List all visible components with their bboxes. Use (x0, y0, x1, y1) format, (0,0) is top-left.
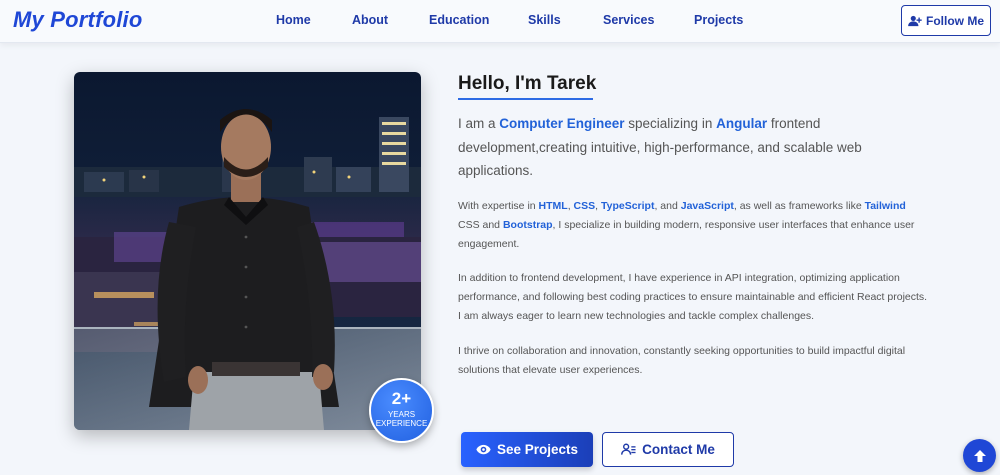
expertise-paragraph: With expertise in HTML, CSS, TypeScript,… (458, 197, 928, 254)
see-projects-label: See Projects (496, 442, 579, 457)
contact-me-button[interactable]: Contact Me (602, 432, 734, 467)
skill-html: HTML (538, 200, 568, 212)
experience-label-years: YEARS (387, 410, 416, 419)
experience-paragraph: In addition to frontend development, I h… (458, 272, 928, 322)
heading-underline (458, 98, 593, 100)
eye-icon (476, 444, 491, 455)
experience-badge: 2+ YEARS EXPERIENCE (369, 378, 434, 443)
nav-link-education[interactable]: Education (429, 13, 489, 27)
nav-link-skills[interactable]: Skills (528, 13, 561, 27)
users-icon (621, 443, 636, 455)
paragraph-text: With expertise in (458, 200, 539, 212)
follow-me-label: Follow Me (926, 13, 984, 28)
skill-tailwind: Tailwind (864, 200, 906, 212)
role-highlight: Computer Engineer (499, 116, 625, 131)
skill-typescript: TypeScript (600, 200, 655, 212)
nav-link-about[interactable]: About (352, 13, 388, 27)
lead-text: I am a (458, 116, 500, 131)
experience-label-experience: EXPERIENCE (375, 419, 428, 428)
nav-link-services[interactable]: Services (603, 13, 654, 27)
profile-photo (74, 72, 421, 430)
nav-link-projects[interactable]: Projects (694, 13, 743, 27)
nav-link-home[interactable]: Home (276, 13, 311, 27)
skill-javascript: JavaScript (680, 200, 734, 212)
paragraph-text: CSS and (458, 219, 503, 231)
follow-me-button[interactable]: Follow Me (901, 5, 991, 36)
paragraph-text: , and (654, 200, 681, 212)
user-plus-icon (908, 15, 922, 26)
brand-logo[interactable]: My Portfolio (13, 7, 143, 33)
navbar: My Portfolio Home About Education Skills… (0, 0, 1000, 43)
framework-highlight: Angular (716, 116, 768, 131)
paragraph-text: , as well as frameworks like (733, 200, 865, 212)
lead-text: specializing in (624, 116, 717, 131)
experience-value: 2+ (391, 389, 412, 408)
skill-bootstrap: Bootstrap (502, 219, 553, 231)
arrow-up-icon (973, 449, 986, 462)
see-projects-button[interactable]: See Projects (461, 432, 593, 467)
scroll-to-top-button[interactable] (963, 439, 996, 472)
skill-css: CSS (573, 200, 596, 212)
greeting-heading: Hello, I'm Tarek (458, 73, 597, 94)
intro-lead: I am a Computer Engineer specializing in… (458, 112, 888, 183)
contact-me-label: Contact Me (642, 442, 715, 457)
collaboration-paragraph: I thrive on collaboration and innovation… (458, 345, 906, 376)
